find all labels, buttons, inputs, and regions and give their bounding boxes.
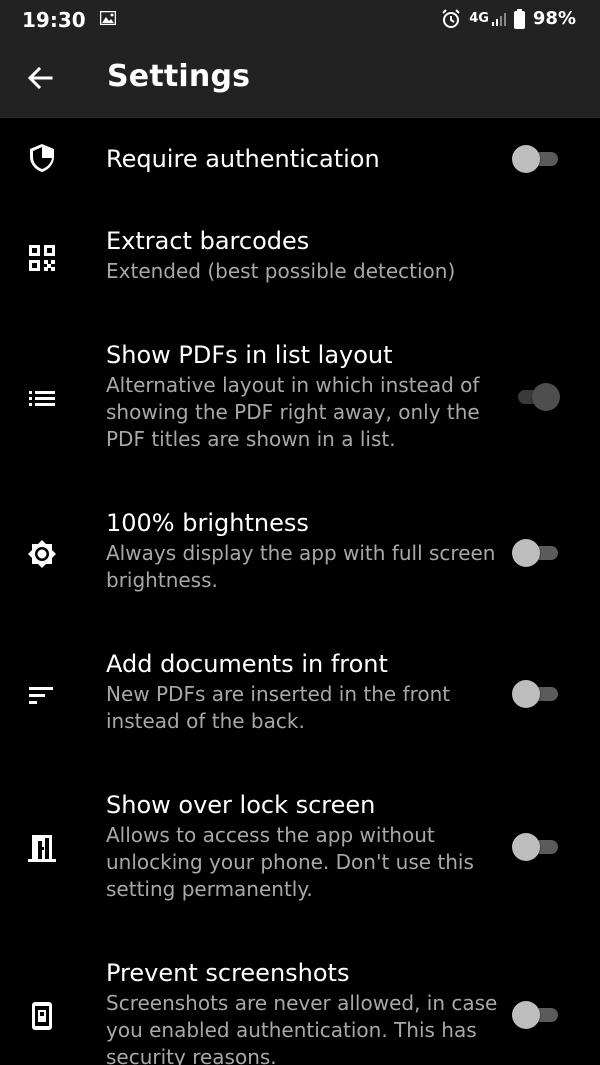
shield-icon xyxy=(30,144,54,172)
phone-lock-icon xyxy=(32,1002,52,1030)
setting-full-brightness[interactable]: 100% brightness Always display the app w… xyxy=(0,508,600,624)
setting-title: Require authentication xyxy=(106,145,380,173)
setting-title: Extract barcodes xyxy=(106,227,310,255)
brightness-icon xyxy=(28,540,56,568)
add-documents-front-toggle[interactable] xyxy=(512,679,560,709)
setting-show-over-lock-screen[interactable]: Show over lock screen Allows to access t… xyxy=(0,790,600,932)
brightness-toggle[interactable] xyxy=(512,538,560,568)
status-indicators: 4G 98% xyxy=(441,8,576,29)
setting-text: Require authentication xyxy=(106,144,498,174)
setting-summary: Allows to access the app without unlocki… xyxy=(106,823,474,901)
setting-text: Show PDFs in list layout Alternative lay… xyxy=(106,340,498,453)
battery-percent: 98% xyxy=(532,8,576,29)
toggle-thumb xyxy=(512,680,540,708)
toggle-thumb xyxy=(512,145,540,173)
settings-list: Require authentication Extract barcodes … xyxy=(0,118,600,1065)
qr-code-icon xyxy=(29,245,55,271)
setting-summary: Alternative layout in which instead of s… xyxy=(106,373,480,451)
toggle-thumb xyxy=(512,1001,540,1029)
setting-title: Show PDFs in list layout xyxy=(106,341,393,369)
network-indicator: 4G xyxy=(469,11,506,26)
image-notification-icon xyxy=(100,11,116,25)
setting-summary: Extended (best possible detection) xyxy=(106,259,456,283)
setting-title: Prevent screenshots xyxy=(106,959,350,987)
setting-show-pdfs-in-list-layout[interactable]: Show PDFs in list layout Alternative lay… xyxy=(0,340,600,482)
toggle-thumb xyxy=(512,833,540,861)
require-authentication-toggle[interactable] xyxy=(512,144,560,174)
list-layout-toggle[interactable] xyxy=(512,382,560,412)
show-over-lock-screen-toggle[interactable] xyxy=(512,832,560,862)
door-icon xyxy=(28,835,56,862)
status-time: 19:30 xyxy=(22,8,86,32)
back-arrow-icon[interactable] xyxy=(24,62,56,94)
setting-extract-barcodes[interactable]: Extract barcodes Extended (best possible… xyxy=(0,200,600,310)
prevent-screenshots-toggle[interactable] xyxy=(512,1000,560,1030)
setting-title: Show over lock screen xyxy=(106,791,376,819)
sort-icon xyxy=(29,687,53,704)
setting-text: Extract barcodes Extended (best possible… xyxy=(106,226,498,285)
page-title: Settings xyxy=(107,59,251,94)
battery-icon xyxy=(513,8,525,29)
toggle-thumb xyxy=(512,539,540,567)
setting-add-documents-in-front[interactable]: Add documents in front New PDFs are inse… xyxy=(0,649,600,765)
setting-text: Prevent screenshots Screenshots are neve… xyxy=(106,958,498,1065)
setting-summary: Always display the app with full screen … xyxy=(106,541,496,592)
setting-text: Add documents in front New PDFs are inse… xyxy=(106,649,498,735)
app-bar: Settings xyxy=(0,40,600,118)
setting-text: Show over lock screen Allows to access t… xyxy=(106,790,498,903)
list-icon xyxy=(29,391,55,406)
status-bar: 19:30 4G 98% xyxy=(0,0,600,40)
setting-text: 100% brightness Always display the app w… xyxy=(106,508,498,594)
setting-prevent-screenshots[interactable]: Prevent screenshots Screenshots are neve… xyxy=(0,958,600,1065)
setting-title: Add documents in front xyxy=(106,650,388,678)
setting-summary: New PDFs are inserted in the front inste… xyxy=(106,682,451,733)
setting-require-authentication[interactable]: Require authentication xyxy=(0,118,600,200)
signal-icon xyxy=(491,13,506,26)
network-type: 4G xyxy=(469,11,489,26)
setting-summary: Screenshots are never allowed, in case y… xyxy=(106,991,498,1065)
alarm-icon xyxy=(442,8,460,28)
setting-title: 100% brightness xyxy=(106,509,309,537)
toggle-thumb xyxy=(532,383,560,411)
